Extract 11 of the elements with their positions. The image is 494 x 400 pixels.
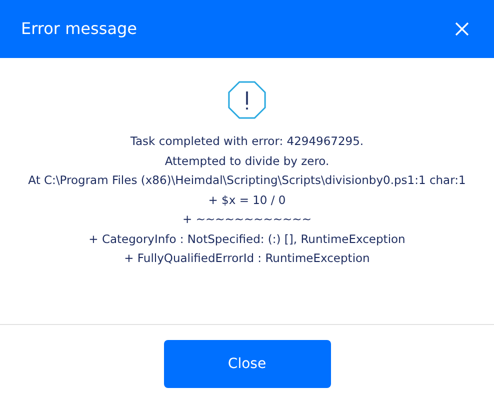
message-line: Attempted to divide by zero. <box>164 152 330 170</box>
message-line: At C:\Program Files (x86)\Heimdal\Scripting\Scripts\divisionby0.ps1:1 char:1 <box>28 172 466 189</box>
message-line: + FullyQualifiedErrorId : RuntimeException <box>124 250 370 267</box>
message-line: + CategoryInfo : NotSpecified: (:) [], RuntimeException <box>88 230 406 248</box>
message-line: + ~~~~~~~~~~~~ <box>182 211 312 228</box>
close-button[interactable]: Close <box>164 340 330 388</box>
dialog-title: Error message <box>21 18 137 40</box>
close-icon[interactable] <box>454 21 470 37</box>
message-line: Task completed with error: 4294967295. <box>130 133 364 150</box>
warning-icon <box>228 81 266 119</box>
message-line: + $x = 10 / 0 <box>208 192 286 208</box>
